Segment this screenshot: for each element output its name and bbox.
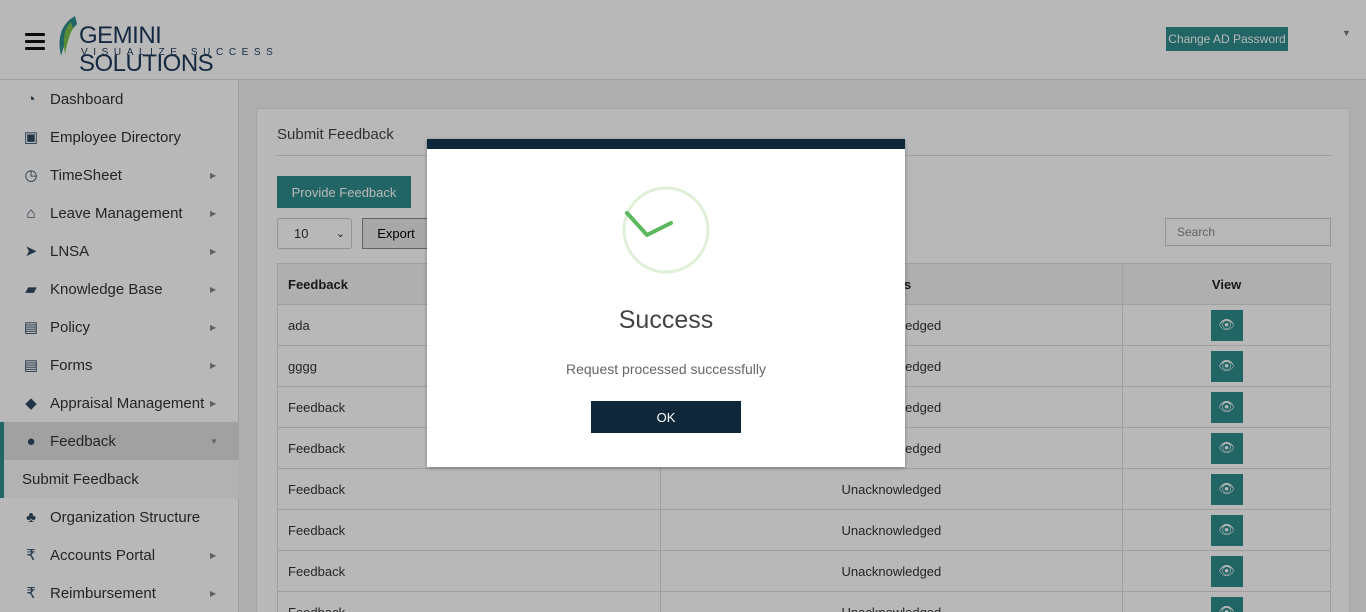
success-check-icon: [622, 186, 710, 274]
ok-button[interactable]: OK: [591, 401, 741, 433]
dialog-title: Success: [618, 306, 714, 334]
success-dialog: Success Request processed successfully O…: [427, 139, 905, 467]
dialog-message: Request processed successfully: [566, 361, 766, 377]
